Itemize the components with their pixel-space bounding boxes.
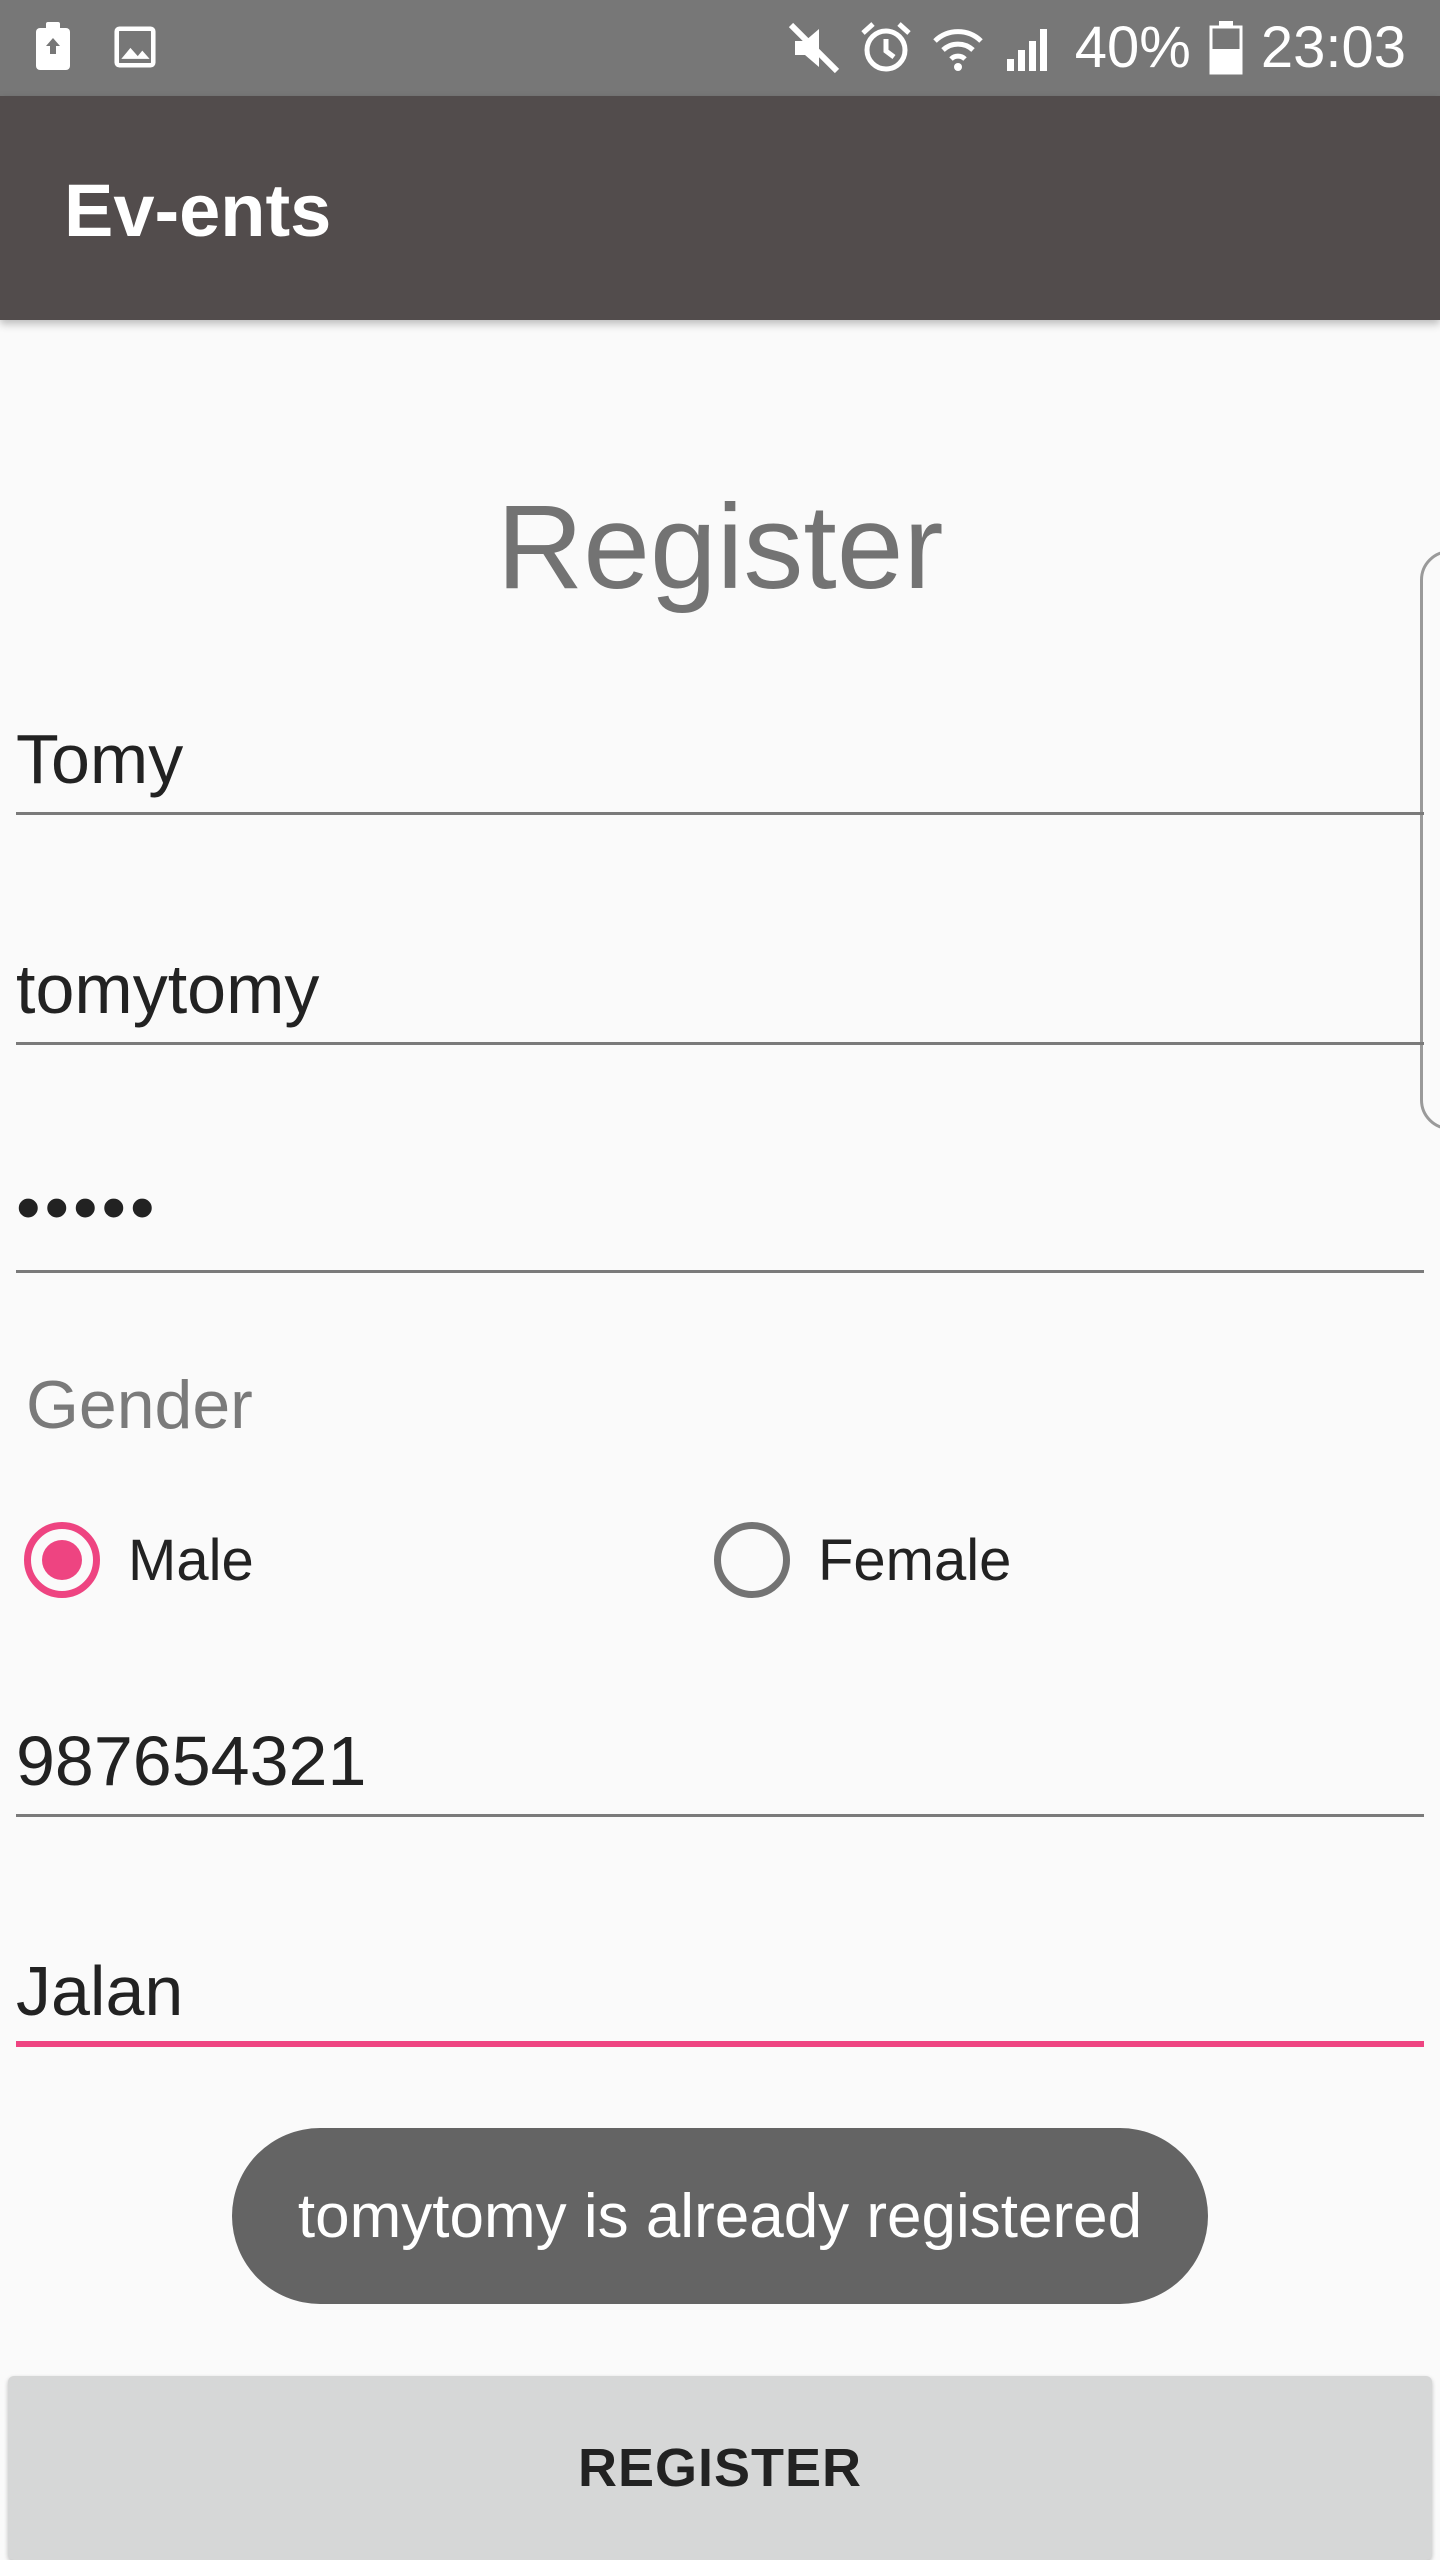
field-underline bbox=[16, 1814, 1424, 1817]
radio-unchecked-icon[interactable] bbox=[714, 1522, 790, 1598]
field-underline bbox=[16, 1270, 1424, 1273]
clock: 23:03 bbox=[1260, 15, 1406, 80]
field-underline bbox=[16, 812, 1424, 815]
battery-icon bbox=[1209, 20, 1243, 75]
app-title: Ev-ents bbox=[64, 169, 332, 252]
address-field-value: Jalan bbox=[16, 1952, 184, 2030]
register-button[interactable]: REGISTER bbox=[8, 2376, 1432, 2560]
battery-saver-icon bbox=[32, 22, 74, 72]
phone-field-value: 987654321 bbox=[16, 1722, 367, 1800]
password-field[interactable]: ••••• bbox=[16, 1163, 1424, 1273]
status-bar-left bbox=[32, 22, 156, 72]
alarm-icon bbox=[859, 21, 913, 75]
name-field[interactable]: Tomy bbox=[16, 705, 1424, 815]
toast-text: tomytomy is already registered bbox=[297, 2181, 1143, 2251]
image-icon bbox=[114, 22, 156, 72]
gender-radio-male[interactable]: Male bbox=[24, 1520, 254, 1600]
username-field[interactable]: tomytomy bbox=[16, 935, 1424, 1045]
page-title: Register bbox=[496, 480, 944, 614]
wifi-icon bbox=[931, 21, 985, 75]
field-underline-focused bbox=[16, 2041, 1424, 2047]
name-field-value: Tomy bbox=[16, 720, 184, 798]
app-bar: Ev-ents bbox=[0, 96, 1440, 320]
gender-radio-female[interactable]: Female bbox=[714, 1520, 1011, 1600]
status-bar: 40% 23:03 bbox=[0, 0, 1440, 96]
battery-percent: 40% bbox=[1074, 15, 1191, 80]
address-field[interactable]: Jalan bbox=[16, 1937, 1424, 2047]
status-bar-right: 40% 23:03 bbox=[787, 14, 1406, 81]
signal-icon bbox=[1003, 21, 1057, 75]
field-underline bbox=[16, 1042, 1424, 1045]
username-field-value: tomytomy bbox=[16, 950, 320, 1028]
toast-message: tomytomy is already registered bbox=[232, 2128, 1208, 2304]
radio-label-male: Male bbox=[128, 1527, 254, 1593]
radio-checked-icon[interactable] bbox=[24, 1522, 100, 1598]
password-field-value: ••••• bbox=[16, 1168, 159, 1246]
mute-icon bbox=[787, 21, 841, 75]
radio-label-female: Female bbox=[818, 1527, 1012, 1593]
phone-field[interactable]: 987654321 bbox=[16, 1707, 1424, 1817]
register-button-label: REGISTER bbox=[577, 2438, 863, 2498]
gender-label: Gender bbox=[26, 1367, 253, 1443]
